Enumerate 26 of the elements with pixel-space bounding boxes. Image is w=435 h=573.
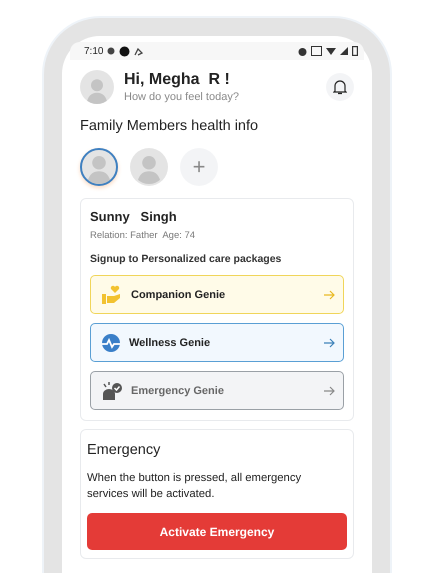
battery-icon [352, 46, 358, 56]
packages-title: Signup to Personalized care packages [90, 253, 282, 265]
heartbeat-icon [101, 332, 121, 352]
bell-icon [333, 80, 347, 94]
arrow-right-icon [323, 386, 335, 396]
signal-icon [340, 47, 348, 55]
package-button[interactable]: Companion Genie [90, 275, 344, 314]
status-time: 7:10 [84, 46, 104, 56]
alarm-check-icon [101, 380, 123, 400]
member-avatar[interactable] [80, 148, 118, 186]
dot-icon [119, 46, 130, 56]
notification-button[interactable] [326, 73, 354, 101]
emergency-title: Emergency [87, 442, 162, 458]
member-details: Relation: Father Age: 74 [90, 230, 196, 241]
arrow-right-icon [323, 290, 335, 300]
activate-emergency-button[interactable]: Activate Emergency [87, 513, 347, 550]
member-name: Sunny Singh [90, 209, 178, 224]
package-button[interactable]: Emergency Genie [90, 371, 344, 410]
add-member-button[interactable]: + [180, 148, 218, 186]
greeting-subtitle: How do you feel today? [124, 91, 240, 103]
greeting-text: Hi, Megha R ! [124, 71, 231, 89]
package-button[interactable]: Wellness Genie [90, 323, 344, 362]
emergency-description: When the button is pressed, all emergency services will be activated. [87, 471, 302, 502]
hand-heart-icon [101, 284, 123, 304]
section-title: Family Members health info [80, 118, 260, 134]
arrow-right-icon [323, 338, 335, 348]
